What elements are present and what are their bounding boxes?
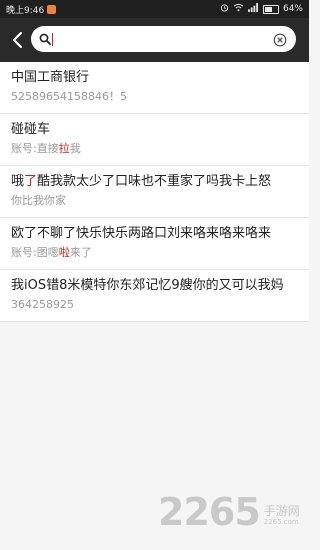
title-text: 哦 xyxy=(11,174,25,189)
item-subtitle: 你比我你家 xyxy=(11,194,66,207)
list-item[interactable]: 我iOS错8米模特你东郊记忆9艘你的又可以我妈 364258925 xyxy=(0,270,309,322)
match-highlight: 啦 xyxy=(58,246,70,259)
watermark-domain: 2265.com xyxy=(263,518,299,526)
wifi-icon xyxy=(233,3,244,15)
status-bar: 晚上9:46 64% xyxy=(0,0,309,18)
notification-icon xyxy=(47,4,57,14)
clear-icon xyxy=(273,33,287,47)
list-item[interactable]: 中国工商银行 52589654158846！5 xyxy=(0,62,309,114)
match-highlight: 拉 xyxy=(58,142,70,155)
item-subtitle: 账号:直接拉我 xyxy=(11,141,309,157)
back-arrow-icon xyxy=(12,31,23,49)
battery-icon xyxy=(262,4,279,14)
text-caret xyxy=(52,32,53,46)
item-title: 中国工商银行 xyxy=(11,70,90,85)
status-time: 晚上9:46 xyxy=(6,5,45,16)
search-results-list: 中国工商银行 52589654158846！5 碰碰车 账号:直接拉我 哦了酷我… xyxy=(0,62,309,322)
alarm-icon xyxy=(220,3,229,15)
item-subtitle: 52589654158846！5 xyxy=(11,90,127,103)
item-subtitle: 364258925 xyxy=(11,298,74,311)
subtitle-text: 账号:图嗯 xyxy=(11,246,59,259)
watermark-number: 2265 xyxy=(158,490,261,534)
item-title: 我iOS错8米模特你东郊记忆9艘你的又可以我妈 xyxy=(11,278,284,293)
item-title: 碰碰车 xyxy=(11,122,51,137)
list-item[interactable]: 碰碰车 账号:直接拉我 xyxy=(0,114,309,166)
list-item[interactable]: 哦了酷我款太少了口味也不重家了吗我卡上怒 你比我你家 xyxy=(0,166,309,218)
clear-button[interactable] xyxy=(273,32,287,47)
subtitle-text: 账号:直接 xyxy=(11,142,59,155)
item-subtitle: 账号:图嗯啦来了 xyxy=(11,245,309,261)
subtitle-text: 我 xyxy=(69,142,81,155)
item-title: 哦了酷我款太少了口味也不重家了吗我卡上怒 xyxy=(11,173,309,190)
site-watermark: 2265 手游网 2265.com xyxy=(158,492,300,532)
title-text: 酷我款太少了口味也不重家了吗我卡上怒 xyxy=(37,174,272,189)
search-header xyxy=(0,18,309,62)
watermark-text: 手游网 xyxy=(263,504,300,518)
search-icon xyxy=(39,33,51,45)
list-item[interactable]: 欧了不聊了快乐快乐两路口刘来咯来咯来咯来 账号:图嗯啦来了 xyxy=(0,218,309,270)
match-highlight: 了 xyxy=(24,174,38,189)
search-input[interactable] xyxy=(56,29,266,49)
battery-percent: 64% xyxy=(282,4,303,14)
signal-icon xyxy=(248,3,259,15)
item-title: 欧了不聊了快乐快乐两路口刘来咯来咯来咯来 xyxy=(11,226,272,241)
back-button[interactable] xyxy=(6,28,30,52)
search-box[interactable] xyxy=(31,26,296,52)
subtitle-text: 来了 xyxy=(69,246,92,259)
